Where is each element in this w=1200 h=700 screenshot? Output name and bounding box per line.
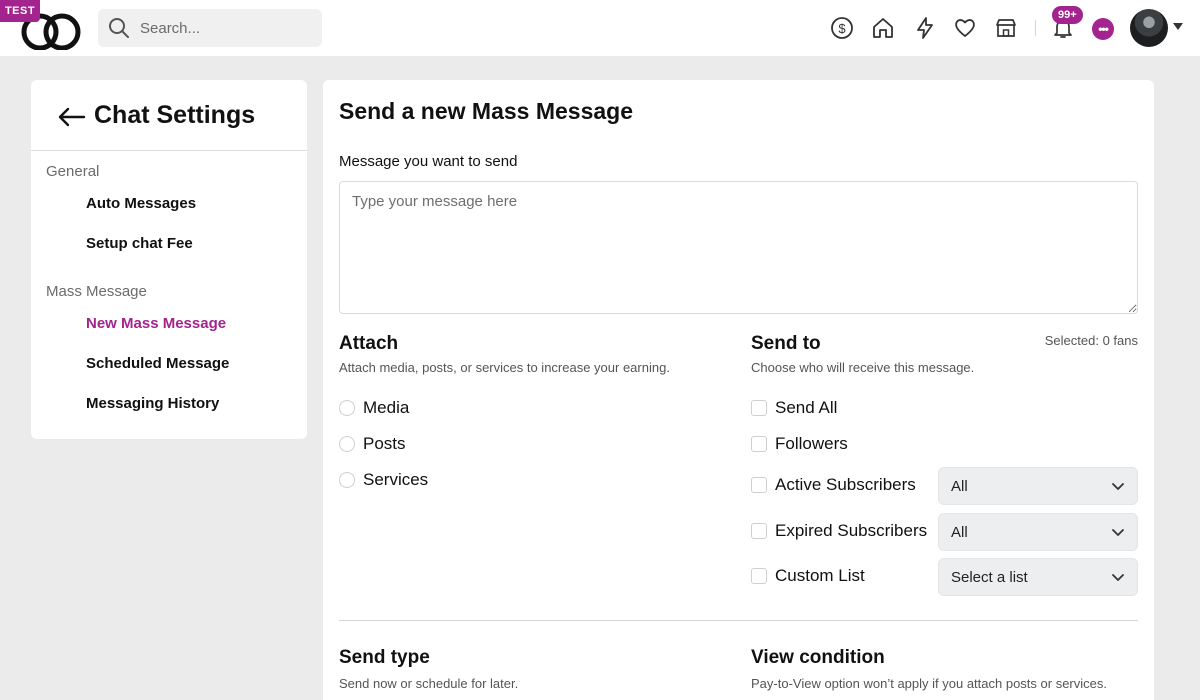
settings-sidebar: Chat Settings General Auto Messages Setu… [31, 80, 307, 439]
dollar-icon[interactable]: $ [829, 15, 855, 41]
option-label: Active Subscribers [775, 475, 916, 494]
checkbox[interactable] [751, 523, 767, 539]
send-to-heading: Send to [751, 333, 821, 354]
send-to-option-active-subscribers[interactable]: Active Subscribers [751, 475, 916, 495]
nav-divider [1035, 20, 1036, 36]
option-label: Followers [775, 434, 848, 453]
option-label: Media [363, 398, 410, 417]
checkbox[interactable] [751, 568, 767, 584]
expired-subscribers-select[interactable]: All [938, 513, 1138, 551]
chat-icon[interactable]: ••• [1092, 18, 1114, 40]
checkbox[interactable] [751, 477, 767, 493]
option-label: Custom List [775, 566, 865, 585]
page-title: Send a new Mass Message [339, 98, 634, 124]
radio-button[interactable] [339, 436, 355, 452]
notification-count-badge: 99+ [1052, 6, 1083, 24]
sidebar-header: Chat Settings [31, 80, 307, 151]
sidebar-item-setup-chat-fee[interactable]: Setup chat Fee [86, 235, 193, 252]
view-condition-heading: View condition [751, 647, 885, 668]
attach-option-services[interactable]: Services [339, 470, 428, 490]
sidebar-item-scheduled-message[interactable]: Scheduled Message [86, 355, 229, 372]
message-label: Message you want to send [339, 153, 518, 170]
option-label: Services [363, 470, 429, 489]
active-subscribers-select[interactable]: All [938, 467, 1138, 505]
send-type-description: Send now or schedule for later. [339, 676, 519, 691]
lightning-icon[interactable] [912, 15, 938, 41]
checkbox[interactable] [751, 400, 767, 416]
attach-option-posts[interactable]: Posts [339, 434, 406, 454]
sidebar-item-messaging-history[interactable]: Messaging History [86, 395, 219, 412]
attach-description: Attach media, posts, or services to incr… [339, 360, 670, 375]
attach-heading: Attach [339, 333, 399, 354]
chevron-down-icon [1112, 529, 1124, 536]
sidebar-title: Chat Settings [94, 100, 256, 129]
env-badge: TEST [0, 0, 40, 22]
top-bar: TEST $ [0, 0, 1200, 56]
send-to-option-all[interactable]: Send All [751, 398, 837, 418]
view-condition-description: Pay-to-View option won’t apply if you at… [751, 676, 1107, 691]
radio-button[interactable] [339, 400, 355, 416]
send-type-heading: Send type [339, 647, 430, 668]
svg-text:$: $ [838, 21, 846, 36]
heart-icon[interactable] [952, 15, 978, 41]
option-label: Posts [363, 434, 406, 453]
mass-message-panel: Send a new Mass Message Message you want… [323, 80, 1154, 700]
section-label-general: General [46, 163, 100, 180]
select-value: All [951, 523, 968, 541]
avatar[interactable] [1130, 9, 1168, 47]
send-to-option-expired-subscribers[interactable]: Expired Subscribers [751, 521, 927, 541]
chevron-down-icon [1112, 483, 1124, 490]
search-input[interactable] [140, 19, 310, 37]
selected-count: Selected: 0 fans [1044, 333, 1138, 348]
checkbox[interactable] [751, 436, 767, 452]
search-box[interactable] [98, 9, 322, 47]
send-to-option-followers[interactable]: Followers [751, 434, 848, 454]
send-to-option-custom-list[interactable]: Custom List [751, 566, 865, 586]
sidebar-item-auto-messages[interactable]: Auto Messages [86, 195, 196, 212]
section-label-mass-message: Mass Message [46, 283, 147, 300]
attach-option-media[interactable]: Media [339, 398, 409, 418]
select-value: Select a list [951, 568, 1028, 586]
custom-list-select[interactable]: Select a list [938, 558, 1138, 596]
radio-button[interactable] [339, 472, 355, 488]
search-icon [109, 18, 129, 38]
sidebar-item-new-mass-message[interactable]: New Mass Message [86, 315, 226, 332]
send-to-description: Choose who will receive this message. [751, 360, 975, 375]
section-divider [339, 620, 1138, 621]
select-value: All [951, 477, 968, 495]
chevron-down-icon [1112, 574, 1124, 581]
option-label: Send All [775, 398, 838, 417]
back-arrow-icon[interactable] [56, 105, 86, 129]
option-label: Expired Subscribers [775, 521, 928, 540]
home-icon[interactable] [870, 15, 896, 41]
message-textarea[interactable] [339, 181, 1138, 314]
store-icon[interactable] [993, 15, 1019, 41]
chevron-down-icon[interactable] [1173, 23, 1183, 30]
